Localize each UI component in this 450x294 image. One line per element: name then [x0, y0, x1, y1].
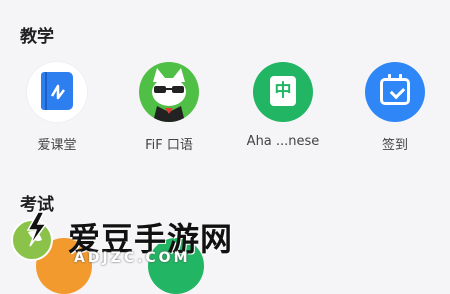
book-icon: [27, 62, 87, 122]
app-label: FiF 口语: [145, 138, 193, 153]
cat-mascot-icon: [139, 62, 199, 122]
watermark-logo-icon: [11, 211, 53, 261]
app-fif-speaking[interactable]: FiF 口语: [121, 62, 217, 153]
watermark: 爱豆手游网 ADJZC.COM: [8, 210, 258, 270]
calendar-check-icon: [365, 62, 425, 122]
app-label: 签到: [381, 138, 408, 153]
app-sign-in[interactable]: 签到: [347, 62, 443, 153]
zhong-character-icon: 中: [253, 62, 313, 122]
watermark-url: ADJZC.COM: [74, 250, 191, 266]
app-aha-chinese[interactable]: 中 Aha ...nese: [235, 62, 331, 149]
section-title-teaching: 教学: [20, 27, 54, 47]
app-label: 爱课堂: [37, 138, 77, 153]
app-label: Aha ...nese: [246, 134, 320, 149]
app-aiketang[interactable]: 爱课堂: [9, 62, 105, 153]
